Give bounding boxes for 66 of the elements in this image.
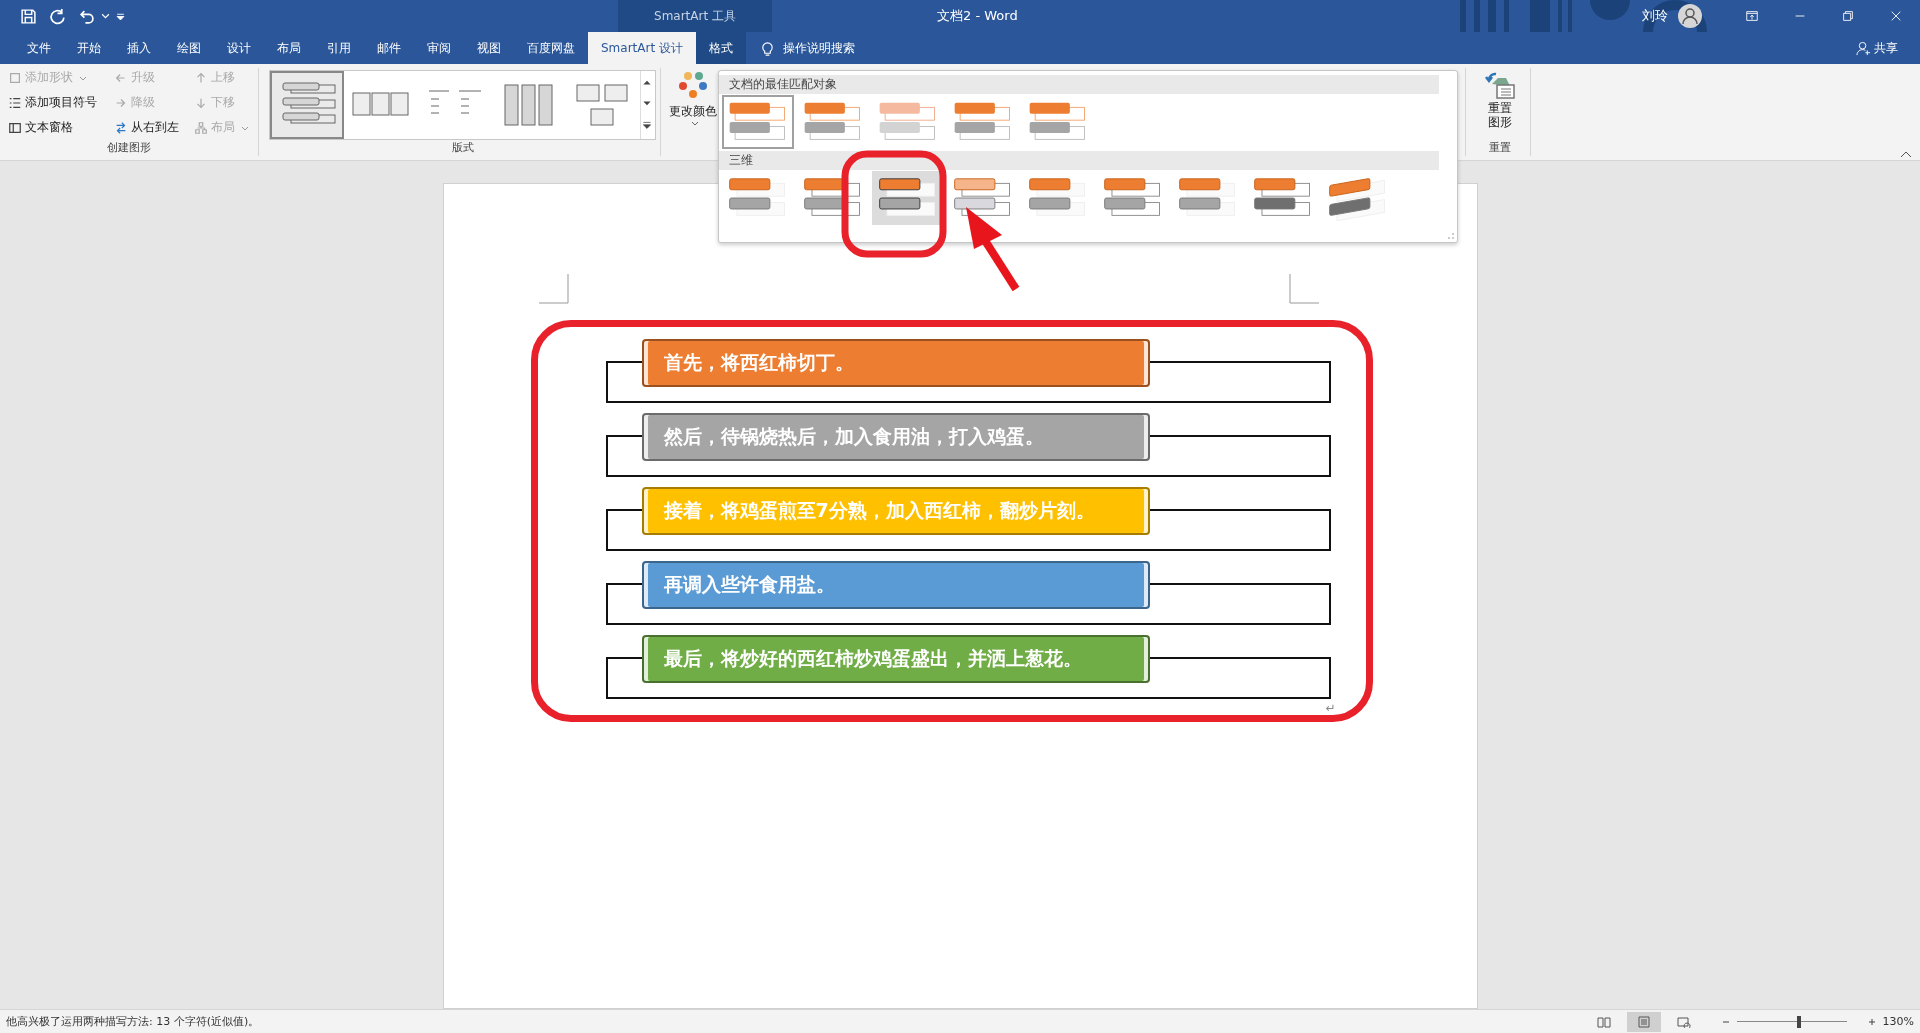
read-view-icon (1596, 1015, 1611, 1028)
lightbulb-icon (759, 40, 775, 56)
zoom-level[interactable]: 130% (1882, 1015, 1914, 1028)
square-icon (8, 70, 22, 85)
zoom-slider-thumb[interactable] (1797, 1015, 1802, 1028)
ribbon-command[interactable]: 文本窗格 (8, 118, 108, 137)
style-option[interactable] (722, 95, 794, 149)
ribbon-command[interactable]: 从右到左 (114, 118, 188, 137)
ribbon-tab[interactable]: 格式 (695, 32, 746, 64)
restore-icon[interactable] (1841, 9, 1855, 23)
status-text: 他高兴极了运用两种描写方法: 13 个字符(近似值)。 (6, 1014, 260, 1029)
crop-mark (538, 274, 569, 304)
ribbon-tab[interactable]: 绘图 (164, 32, 214, 64)
ribbon-tab[interactable]: 审阅 (414, 32, 464, 64)
group-label: 创建图形 (107, 140, 151, 156)
list-item-shape: 接着，将鸡蛋煎至7分熟，加入西红柿，翻炒片刻。 (641, 487, 1150, 535)
layout-option[interactable] (270, 71, 344, 139)
list-item-shape: 然后，待锅烧热后，加入食用油，打入鸡蛋。 (641, 413, 1150, 461)
ribbon-tab[interactable]: 视图 (464, 32, 514, 64)
person-add-icon (1856, 40, 1871, 56)
zoom-in-icon[interactable] (1866, 1016, 1877, 1027)
reset-graphic-icon (1484, 70, 1516, 102)
list-item-shape: 再调入些许食用盐。 (641, 561, 1150, 609)
change-colors-button[interactable]: 更改颜色 (667, 68, 719, 129)
ribbon-tab[interactable]: 布局 (264, 32, 314, 64)
group-label: 重置 (1489, 140, 1511, 156)
resize-grip-icon[interactable] (1447, 232, 1455, 240)
caret-icon (690, 119, 699, 127)
ribbon-tab[interactable]: 引用 (314, 32, 364, 64)
ribbon-tab[interactable]: 文件 (14, 32, 64, 64)
customize-icon[interactable] (116, 11, 125, 21)
group-label: 版式 (451, 140, 474, 156)
ribbon-tab[interactable]: 插入 (114, 32, 164, 64)
ribbon-display-icon[interactable] (1745, 9, 1759, 23)
crop-mark (1288, 274, 1319, 304)
list-item-shape: 首先，将西红柿切丁。 (641, 339, 1150, 387)
arrow-up-icon (194, 70, 208, 85)
reset-graphic-button[interactable]: 重置图形 (1482, 68, 1518, 132)
share-button[interactable]: 共享 (1856, 39, 1898, 57)
gallery-section-header: 文档的最佳匹配对象 (719, 75, 1439, 94)
view-print-button[interactable] (1626, 1011, 1661, 1032)
ribbon-tab[interactable]: SmartArt 设计 (588, 32, 696, 64)
avatar-icon[interactable] (1678, 4, 1702, 28)
hierarchy-icon (194, 120, 208, 135)
collapse-ribbon-icon[interactable] (1900, 150, 1912, 158)
paragraph-mark: ↵ (1325, 701, 1336, 715)
ribbon-tab[interactable]: 设计 (214, 32, 264, 64)
context-title: SmartArt 工具 (654, 7, 736, 25)
redo-icon[interactable] (49, 7, 66, 25)
list-icon (8, 95, 22, 110)
ribbon-tab[interactable]: 邮件 (364, 32, 414, 64)
save-icon[interactable] (20, 7, 37, 25)
ribbon-tab[interactable]: 开始 (64, 32, 114, 64)
swap-arrows-icon (114, 120, 128, 135)
pane-icon (8, 120, 22, 135)
web-view-icon (1676, 1015, 1691, 1028)
list-item-shape: 最后，将炒好的西红柿炒鸡蛋盛出，并洒上葱花。 (641, 635, 1150, 683)
ribbon-tab[interactable]: 百度网盘 (514, 32, 588, 64)
caret-icon[interactable] (101, 11, 110, 21)
gallery-section-header: 三维 (719, 151, 1439, 170)
tell-me-search[interactable]: 操作说明搜索 (782, 39, 855, 57)
ribbon-command[interactable]: 添加项目符号 (8, 93, 108, 112)
window-title: 文档2 - Word (937, 7, 1018, 25)
color-dots-icon (678, 70, 708, 100)
close-icon[interactable] (1889, 9, 1903, 23)
print-view-icon (1636, 1015, 1651, 1028)
